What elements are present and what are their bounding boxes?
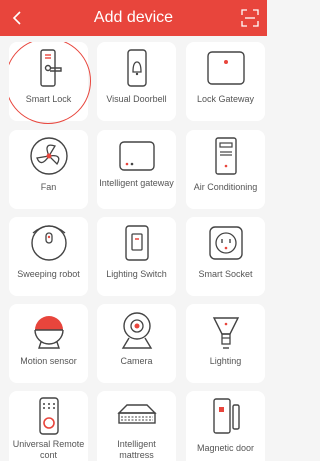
device-label: Motion sensor [20, 356, 77, 366]
device-label: Air Conditioning [193, 182, 258, 192]
socket-icon [204, 221, 248, 265]
device-motion-sensor[interactable]: Motion sensor [9, 304, 88, 383]
page-title: Add device [93, 9, 174, 26]
device-label: Lighting [209, 356, 242, 366]
device-camera[interactable]: Camera [97, 304, 176, 383]
device-visual-doorbell[interactable]: Visual Doorbell [97, 42, 176, 121]
device-label: Intelligent mattress [117, 439, 156, 460]
bulb-icon [204, 308, 248, 352]
device-sweeping-robot[interactable]: Sweeping robot [9, 217, 88, 296]
mattress-icon [115, 395, 159, 439]
scan-icon [241, 9, 259, 27]
device-label: Sweeping robot [17, 269, 80, 279]
camera-icon [115, 308, 159, 352]
air-conditioner-icon [204, 134, 248, 178]
doorbell-icon [115, 46, 159, 90]
device-intelligent-gateway[interactable]: Intelligent gateway [97, 130, 176, 209]
app-header: Add device [0, 0, 267, 36]
robot-vacuum-icon [27, 221, 71, 265]
device-label: Magnetic door [196, 443, 255, 453]
fan-icon [27, 134, 71, 178]
device-lighting-switch[interactable]: Lighting Switch [97, 217, 176, 296]
device-universal-remote[interactable]: Universal Remote cont [9, 391, 88, 461]
device-label: Camera [120, 356, 153, 366]
light-switch-icon [115, 221, 159, 265]
device-magnetic-door[interactable]: Magnetic door [186, 391, 265, 461]
device-lock-gateway[interactable]: Lock Gateway [186, 42, 265, 121]
device-label: Intelligent gateway [99, 178, 174, 188]
device-label: Lock Gateway [196, 94, 255, 104]
lock-gateway-icon [204, 46, 248, 90]
device-grid: Smart Lock Visual Doorbell Lock Gateway [9, 42, 267, 461]
device-fan[interactable]: Fan [9, 130, 88, 209]
device-label: Universal Remote cont [12, 439, 85, 460]
remote-icon [27, 395, 71, 439]
device-air-conditioning[interactable]: Air Conditioning [186, 130, 265, 209]
device-smart-socket[interactable]: Smart Socket [186, 217, 265, 296]
device-lighting[interactable]: Lighting [186, 304, 265, 383]
device-intelligent-mattress[interactable]: Intelligent mattress [97, 391, 176, 461]
door-sensor-icon [204, 395, 248, 439]
device-label: Smart Socket [198, 269, 253, 279]
device-label: Fan [40, 182, 57, 192]
device-label: Visual Doorbell [106, 94, 167, 104]
gateway-icon [115, 134, 159, 178]
device-label: Lighting Switch [106, 269, 167, 279]
scan-button[interactable] [240, 8, 260, 28]
motion-sensor-icon [27, 308, 71, 352]
